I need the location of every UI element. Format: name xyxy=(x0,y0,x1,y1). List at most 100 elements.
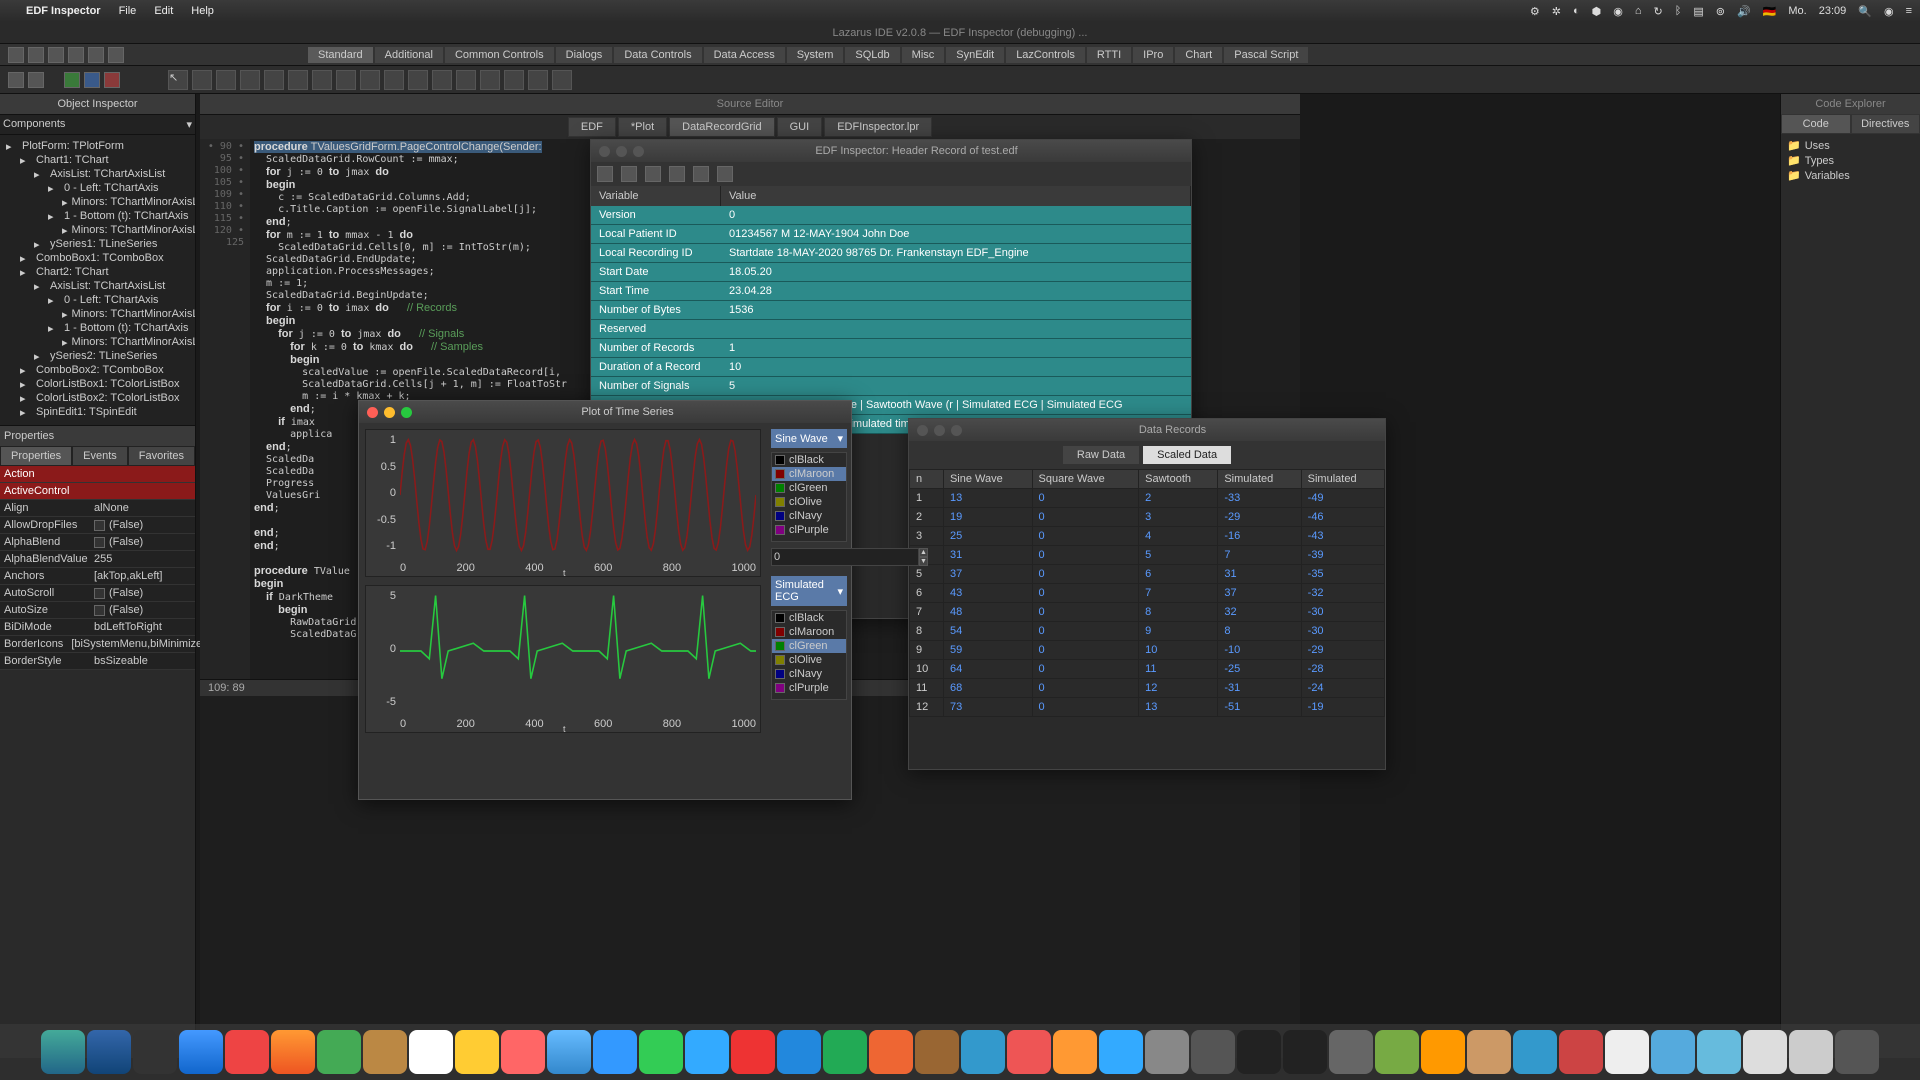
component-icon[interactable] xyxy=(480,70,500,90)
dock-app-icon[interactable] xyxy=(1513,1030,1557,1074)
tab-properties[interactable]: Properties xyxy=(0,446,72,466)
data-row[interactable]: 32504-16-43 xyxy=(910,527,1385,546)
data-row[interactable]: 5370631-35 xyxy=(910,565,1385,584)
dock-app-icon[interactable] xyxy=(1191,1030,1235,1074)
dock-app-icon[interactable] xyxy=(915,1030,959,1074)
close-icon[interactable] xyxy=(367,407,378,418)
data-row[interactable]: 1168012-31-24 xyxy=(910,679,1385,698)
dock-app-icon[interactable] xyxy=(1329,1030,1373,1074)
property-row[interactable]: BorderIcons[biSystemMenu,biMinimize,biMa… xyxy=(0,636,195,653)
properties-grid[interactable]: ActionActiveControlAlignalNoneAllowDropF… xyxy=(0,466,195,670)
tool-icon[interactable] xyxy=(68,47,84,63)
tool-icon[interactable] xyxy=(669,166,685,182)
tab-favorites[interactable]: Favorites xyxy=(128,446,195,466)
tab-scaled-data[interactable]: Scaled Data xyxy=(1142,445,1232,465)
tool-icon[interactable] xyxy=(621,166,637,182)
component-tab[interactable]: Pascal Script xyxy=(1224,47,1308,63)
tree-item[interactable]: ▸ColorListBox2: TColorListBox xyxy=(2,391,193,405)
dock-app-icon[interactable] xyxy=(593,1030,637,1074)
menu-file[interactable]: File xyxy=(119,5,137,17)
component-tab[interactable]: Additional xyxy=(375,47,443,63)
color-item[interactable]: clNavy xyxy=(772,667,846,681)
component-icon[interactable] xyxy=(432,70,452,90)
data-row[interactable]: 1064011-25-28 xyxy=(910,660,1385,679)
tree-item[interactable]: ▸ySeries1: TLineSeries xyxy=(2,237,193,251)
dock-app-icon[interactable] xyxy=(961,1030,1005,1074)
data-row[interactable]: 11302-33-49 xyxy=(910,489,1385,508)
col-header[interactable]: Simulated xyxy=(1218,470,1301,489)
component-icon[interactable] xyxy=(264,70,284,90)
dock-app-icon[interactable] xyxy=(1835,1030,1879,1074)
tree-item[interactable]: ▸Chart2: TChart xyxy=(2,265,193,279)
zoom-icon[interactable] xyxy=(401,407,412,418)
tool-icon[interactable] xyxy=(597,166,613,182)
color-item[interactable]: clBlack xyxy=(772,453,846,467)
editor-tab[interactable]: *Plot xyxy=(618,117,667,137)
dock-app-icon[interactable] xyxy=(639,1030,683,1074)
property-row[interactable]: AlphaBlend(False) xyxy=(0,534,195,551)
property-row[interactable]: AlignalNone xyxy=(0,500,195,517)
component-icon[interactable] xyxy=(216,70,236,90)
menu-help[interactable]: Help xyxy=(191,5,214,17)
component-tab[interactable]: Common Controls xyxy=(445,47,554,63)
tree-item[interactable]: ▸SpinEdit1: TSpinEdit xyxy=(2,405,193,419)
component-tab[interactable]: Chart xyxy=(1175,47,1222,63)
component-tab[interactable]: Data Access xyxy=(704,47,785,63)
tool-icon[interactable] xyxy=(693,166,709,182)
tree-item[interactable]: ▸Minors: TChartMinorAxisList xyxy=(2,307,193,321)
property-row[interactable]: Anchors[akTop,akLeft] xyxy=(0,568,195,585)
color-item[interactable]: clNavy xyxy=(772,509,846,523)
volume-icon[interactable]: 🔊 xyxy=(1737,5,1751,18)
component-icon[interactable] xyxy=(528,70,548,90)
dock-app-icon[interactable] xyxy=(685,1030,729,1074)
tool-icon[interactable] xyxy=(88,47,104,63)
tree-item[interactable]: ▸ColorListBox1: TColorListBox xyxy=(2,377,193,391)
data-row[interactable]: 431057-39 xyxy=(910,546,1385,565)
col-header[interactable]: Square Wave xyxy=(1032,470,1139,489)
dock-app-icon[interactable] xyxy=(1697,1030,1741,1074)
editor-tab[interactable]: GUI xyxy=(777,117,823,137)
tree-item[interactable]: ▸ySeries2: TLineSeries xyxy=(2,349,193,363)
spin-edit[interactable]: ▲▼ xyxy=(771,548,847,566)
color-item[interactable]: clGreen xyxy=(772,639,846,653)
components-combo[interactable]: Components▾ xyxy=(0,115,195,135)
data-row[interactable]: 959010-10-29 xyxy=(910,641,1385,660)
status-icon[interactable]: ⚙ xyxy=(1530,5,1540,18)
data-row[interactable]: 21903-29-46 xyxy=(910,508,1385,527)
tool-icon[interactable] xyxy=(717,166,733,182)
color-item[interactable]: clPurple xyxy=(772,523,846,537)
wifi-icon[interactable]: ⊚ xyxy=(1716,5,1725,18)
minimize-icon[interactable] xyxy=(384,407,395,418)
dock-app-icon[interactable] xyxy=(1099,1030,1143,1074)
dock-app-icon[interactable] xyxy=(1743,1030,1787,1074)
component-icon[interactable] xyxy=(312,70,332,90)
color-item[interactable]: clMaroon xyxy=(772,625,846,639)
dock-app-icon[interactable] xyxy=(1789,1030,1833,1074)
component-icon[interactable] xyxy=(288,70,308,90)
component-tree[interactable]: ▸PlotForm: TPlotForm▸Chart1: TChart▸Axis… xyxy=(0,135,195,425)
col-header[interactable]: Simulated xyxy=(1301,470,1384,489)
property-row[interactable]: AlphaBlendValue255 xyxy=(0,551,195,568)
col-header[interactable]: Sine Wave xyxy=(943,470,1032,489)
color-item[interactable]: clBlack xyxy=(772,611,846,625)
siri-icon[interactable]: ◉ xyxy=(1884,5,1894,18)
component-icon[interactable] xyxy=(408,70,428,90)
spotlight-icon[interactable]: 🔍 xyxy=(1858,5,1872,18)
dock-app-icon[interactable] xyxy=(1605,1030,1649,1074)
dock-app-icon[interactable] xyxy=(87,1030,131,1074)
status-icon[interactable]: ↻ xyxy=(1654,5,1663,18)
tool-icon[interactable] xyxy=(108,47,124,63)
ce-item[interactable]: 📁 Uses xyxy=(1785,138,1916,153)
component-tab[interactable]: IPro xyxy=(1133,47,1173,63)
tree-item[interactable]: ▸ComboBox2: TComboBox xyxy=(2,363,193,377)
dock-app-icon[interactable] xyxy=(1375,1030,1419,1074)
tree-item[interactable]: ▸AxisList: TChartAxisList xyxy=(2,279,193,293)
cursor-icon[interactable]: ↖ xyxy=(168,70,188,90)
dock-app-icon[interactable] xyxy=(777,1030,821,1074)
flag-icon[interactable]: 🇩🇪 xyxy=(1763,5,1777,18)
tree-item[interactable]: ▸ComboBox1: TComboBox xyxy=(2,251,193,265)
dock-app-icon[interactable] xyxy=(501,1030,545,1074)
tree-item[interactable]: ▸1 - Bottom (t): TChartAxis xyxy=(2,209,193,223)
tree-item[interactable]: ▸Minors: TChartMinorAxisList xyxy=(2,195,193,209)
property-row[interactable]: ActiveControl xyxy=(0,483,195,500)
